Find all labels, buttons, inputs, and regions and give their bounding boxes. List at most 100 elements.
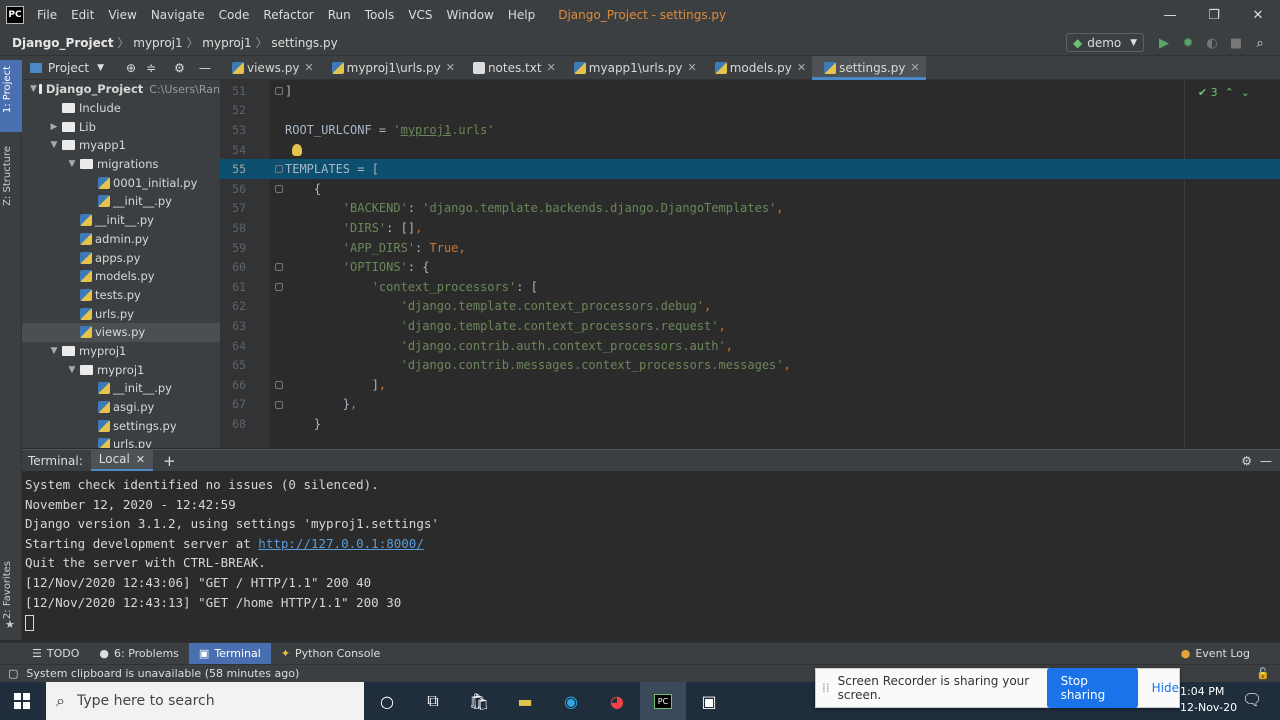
tree-item[interactable]: __init__.py bbox=[22, 192, 220, 211]
close-window-icon[interactable]: ✕ bbox=[1236, 0, 1280, 30]
tree-item[interactable]: models.py bbox=[22, 267, 220, 286]
drag-handle-icon[interactable]: ⁞⁞ bbox=[822, 681, 830, 695]
code-line[interactable]: 51] bbox=[220, 81, 1280, 101]
chevron-down-icon[interactable]: ▼ bbox=[97, 63, 104, 73]
chevron-down-icon[interactable]: ▼ bbox=[48, 140, 60, 150]
close-icon[interactable]: ✕ bbox=[688, 61, 697, 74]
code-editor[interactable]: ✔ 3 ⌃ ⌄ 51] 52 53 ROOT_URLCONF = 'myproj1.u… bbox=[220, 80, 1280, 448]
editor-tab[interactable]: notes.txt ✕ bbox=[461, 56, 562, 80]
project-panel-title[interactable]: Project bbox=[48, 61, 89, 75]
close-icon[interactable]: ✕ bbox=[797, 61, 806, 74]
code-line[interactable]: 67 }, bbox=[220, 395, 1280, 415]
code-line[interactable]: 61 'context_processors': [ bbox=[220, 277, 1280, 297]
chevron-down-icon[interactable]: ▼ bbox=[66, 159, 78, 169]
breadcrumb-item[interactable]: myproj1 bbox=[133, 36, 182, 50]
task-view-icon[interactable]: ⧉ bbox=[410, 682, 456, 720]
tree-item[interactable]: ▼ Django_Project C:\Users\Ran bbox=[22, 80, 220, 99]
code-line[interactable]: 54 bbox=[220, 140, 1280, 160]
minimize-window-icon[interactable]: — bbox=[1148, 0, 1192, 30]
taskbar-clock[interactable]: 1:04 PM 12-Nov-20 bbox=[1180, 684, 1240, 720]
editor-tab[interactable]: myapp1\urls.py ✕ bbox=[562, 56, 703, 80]
fold-marker-icon[interactable] bbox=[275, 263, 283, 272]
python-console-tool-button[interactable]: ✦ Python Console bbox=[271, 643, 391, 665]
code-line[interactable]: 52 bbox=[220, 101, 1280, 121]
menu-item-vcs[interactable]: VCS bbox=[408, 8, 432, 22]
menu-item-refactor[interactable]: Refactor bbox=[263, 8, 313, 22]
restore-window-icon[interactable]: ❐ bbox=[1192, 0, 1236, 30]
menu-item-tools[interactable]: Tools bbox=[365, 8, 395, 22]
fold-marker-icon[interactable] bbox=[275, 165, 283, 174]
tree-item[interactable]: admin.py bbox=[22, 230, 220, 249]
code-line[interactable]: 59 'APP_DIRS': True, bbox=[220, 238, 1280, 258]
chevron-right-icon[interactable]: ▶ bbox=[48, 122, 60, 132]
screen-recorder-icon[interactable]: ▣ bbox=[686, 682, 732, 720]
collapse-all-icon[interactable]: ≑ bbox=[146, 61, 156, 75]
tree-item[interactable]: __init__.py bbox=[22, 379, 220, 398]
fold-marker-icon[interactable] bbox=[275, 283, 283, 291]
breadcrumb-item[interactable]: settings.py bbox=[271, 36, 337, 50]
tree-item[interactable]: asgi.py bbox=[22, 398, 220, 417]
tree-item[interactable]: ▼ myproj1 bbox=[22, 360, 220, 379]
run-configuration-select[interactable]: ◆ demo ▼ bbox=[1066, 33, 1144, 52]
terminal-tab-local[interactable]: Local ✕ bbox=[90, 449, 154, 472]
close-icon[interactable]: ✕ bbox=[136, 453, 145, 466]
coverage-icon[interactable]: ◐ bbox=[1200, 33, 1224, 53]
code-line[interactable]: 68 } bbox=[220, 414, 1280, 434]
chrome-icon[interactable]: ◕ bbox=[594, 682, 640, 720]
event-log-button[interactable]: ● Event Log bbox=[1171, 643, 1260, 665]
menu-item-code[interactable]: Code bbox=[219, 8, 250, 22]
favorites-tool-label[interactable]: 2: Favorites bbox=[2, 561, 13, 619]
menu-item-help[interactable]: Help bbox=[508, 8, 535, 22]
menu-item-navigate[interactable]: Navigate bbox=[151, 8, 205, 22]
code-line[interactable]: 66 ], bbox=[220, 375, 1280, 395]
minimize-icon[interactable]: — bbox=[1260, 454, 1272, 468]
code-line[interactable]: 60 'OPTIONS': { bbox=[220, 257, 1280, 277]
tree-item[interactable]: __init__.py bbox=[22, 211, 220, 230]
chevron-down-icon[interactable]: ▼ bbox=[66, 365, 78, 375]
code-line[interactable]: 56 { bbox=[220, 179, 1280, 199]
tree-item[interactable]: ▼ myapp1 bbox=[22, 136, 220, 155]
tree-item[interactable]: ▶ Lib bbox=[22, 117, 220, 136]
chevron-down-icon[interactable]: ▼ bbox=[48, 346, 60, 356]
tree-item[interactable]: urls.py bbox=[22, 435, 220, 448]
menu-item-edit[interactable]: Edit bbox=[71, 8, 94, 22]
structure-tool-label[interactable]: Z: Structure bbox=[2, 146, 13, 206]
code-line[interactable]: 63 'django.template.context_processors.r… bbox=[220, 316, 1280, 336]
editor-tab[interactable]: settings.py ✕ bbox=[812, 55, 926, 80]
fold-marker-icon[interactable] bbox=[275, 381, 283, 389]
edge-icon[interactable]: ◉ bbox=[548, 682, 594, 720]
terminal-output[interactable]: System check identified no issues (0 sil… bbox=[22, 471, 1280, 639]
code-line[interactable]: 57 'BACKEND': 'django.template.backends.… bbox=[220, 199, 1280, 219]
menu-item-window[interactable]: Window bbox=[447, 8, 494, 22]
editor-tab[interactable]: views.py ✕ bbox=[220, 56, 320, 80]
tree-item[interactable]: urls.py bbox=[22, 304, 220, 323]
lock-icon[interactable]: 🔓 bbox=[1256, 667, 1270, 680]
tree-item[interactable]: views.py bbox=[22, 322, 220, 342]
taskbar-search-box[interactable]: ⌕ Type here to search bbox=[46, 682, 364, 720]
stop-sharing-button[interactable]: Stop sharing bbox=[1046, 668, 1138, 708]
code-line[interactable]: 53 ROOT_URLCONF = 'myproj1.urls' bbox=[220, 120, 1280, 140]
tree-item[interactable]: apps.py bbox=[22, 248, 220, 267]
close-icon[interactable]: ✕ bbox=[304, 61, 313, 74]
cortana-icon[interactable]: ○ bbox=[364, 682, 410, 720]
tree-item[interactable]: ▼ migrations bbox=[22, 155, 220, 174]
fold-marker-icon[interactable] bbox=[275, 185, 283, 193]
code-line[interactable]: 62 'django.template.context_processors.d… bbox=[220, 297, 1280, 317]
breadcrumb-item[interactable]: Django_Project bbox=[12, 36, 114, 50]
debug-icon[interactable]: ✹ bbox=[1176, 33, 1200, 53]
locate-icon[interactable]: ⊕ bbox=[126, 61, 136, 75]
tree-item[interactable]: settings.py bbox=[22, 416, 220, 435]
menu-item-run[interactable]: Run bbox=[328, 8, 351, 22]
menu-item-view[interactable]: View bbox=[108, 8, 136, 22]
close-icon[interactable]: ✕ bbox=[446, 61, 455, 74]
close-icon[interactable]: ✕ bbox=[547, 61, 556, 74]
tree-item[interactable]: ▼ myproj1 bbox=[22, 342, 220, 361]
code-line[interactable]: 58 'DIRS': [], bbox=[220, 218, 1280, 238]
terminal-prompt[interactable] bbox=[25, 612, 1277, 632]
pycharm-taskbar-icon[interactable]: PC bbox=[640, 682, 686, 720]
status-toggle-icon[interactable]: ▢ bbox=[8, 667, 18, 680]
file-explorer-icon[interactable]: ▬ bbox=[502, 682, 548, 720]
add-terminal-icon[interactable]: + bbox=[163, 452, 176, 470]
editor-tab[interactable]: myproj1\urls.py ✕ bbox=[320, 56, 461, 80]
breadcrumb-item[interactable]: myproj1 bbox=[202, 36, 251, 50]
